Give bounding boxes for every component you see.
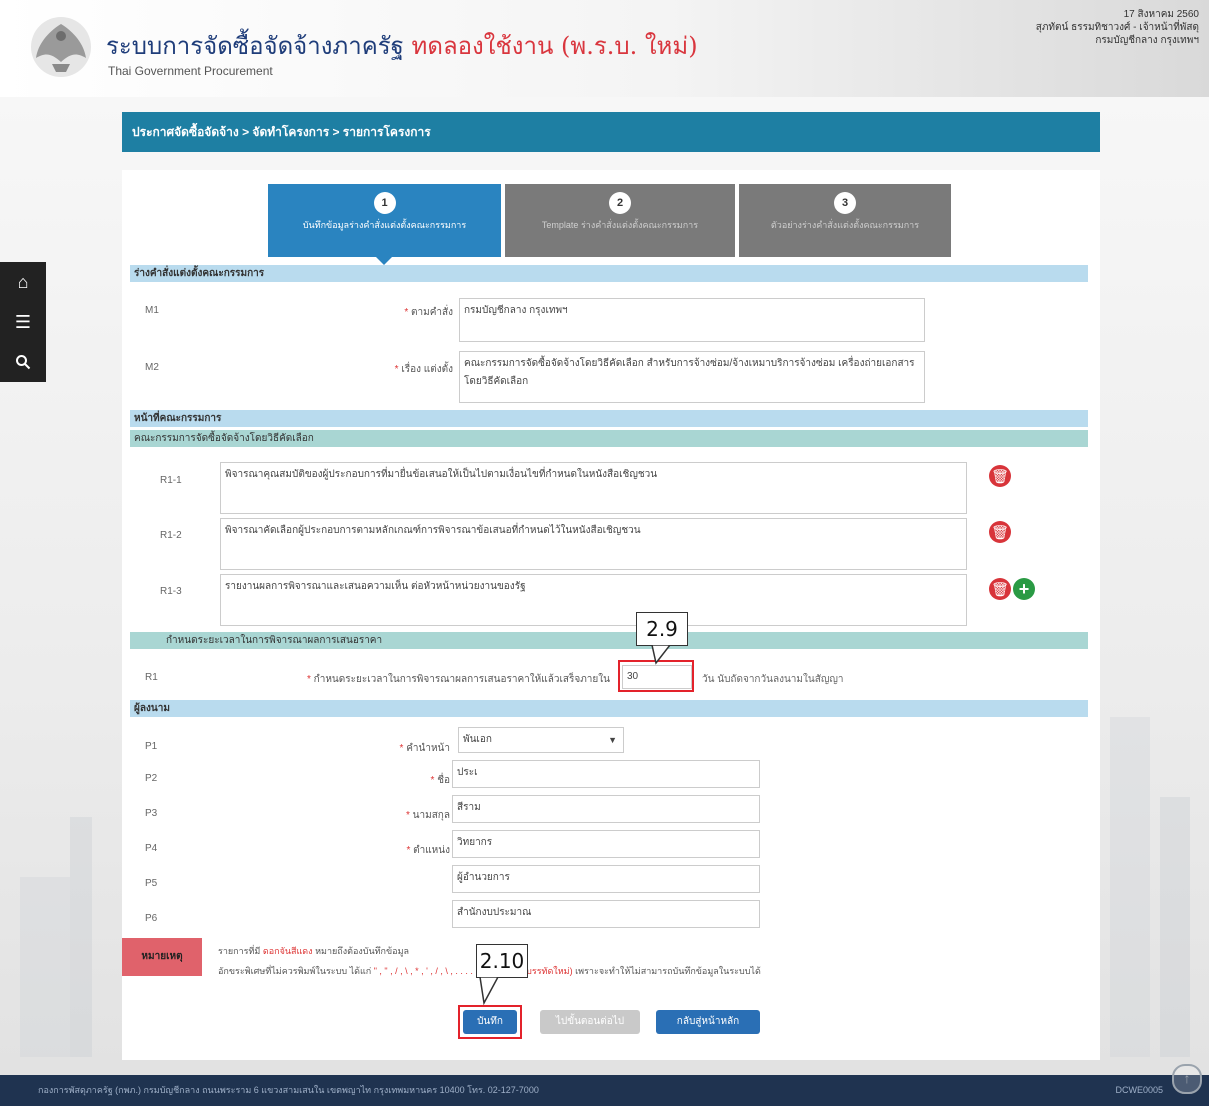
r1-2-delete-button[interactable]: 🗑: [989, 521, 1011, 543]
note-line-1: รายการที่มี ดอกจันสีแดง หมายถึงต้องบันทึ…: [218, 946, 410, 956]
section-period-header: กำหนดระยะเวลาในการพิจารณาผลการเสนอราคา: [130, 632, 1088, 649]
step-1-number: 1: [373, 192, 396, 214]
user-info: 17 สิงหาคม 2560 สุภทัตน์ ธรรมทิชาวงศ์ - …: [1036, 8, 1199, 47]
section-signer-header: ผู้ลงนาม: [130, 700, 1088, 717]
next-step-button[interactable]: ไปขั้นตอนต่อไป: [540, 1010, 640, 1034]
menu-icon: ☰: [14, 312, 32, 332]
p3-lastname-input[interactable]: สีราม: [452, 795, 760, 823]
header-user[interactable]: สุภทัตน์ ธรรมทิชาวงศ์ - เจ้าหน้าที่พัสดุ: [1036, 21, 1199, 34]
sidebar-menu-button[interactable]: ☰: [0, 302, 46, 342]
footer-address: กองการพัสดุภาครัฐ (กพภ.) กรมบัญชีกลาง ถน…: [38, 1085, 539, 1095]
p3-id: P3: [145, 808, 158, 819]
p6-id: P6: [145, 913, 158, 924]
step-3-label: ตัวอย่างร่างคำสั่งแต่งตั้งคณะกรรมการ: [770, 220, 920, 230]
section-duties-subheader: คณะกรรมการจัดซื้อจัดจ้างโดยวิธีคัดเลือก: [130, 430, 1088, 447]
p4-id: P4: [145, 843, 158, 854]
r1-1-delete-button[interactable]: 🗑: [989, 465, 1011, 487]
chevron-down-icon: ▼: [608, 735, 617, 745]
note-badge: หมายเหตุ: [122, 938, 202, 976]
m2-subject-textarea[interactable]: คณะกรรมการจัดซื้อจัดจ้างโดยวิธีคัดเลือก …: [459, 351, 925, 403]
footer-code: DCWE0005: [1115, 1085, 1163, 1095]
callout-2-9-pointer: [651, 645, 671, 665]
breadcrumb: ประกาศจัดซื้อจัดจ้าง > จัดทำโครงการ > รา…: [122, 112, 1100, 152]
arrow-up-icon: ↑: [1183, 1070, 1191, 1086]
search-icon: [16, 355, 31, 370]
p4-label: * ตำแหน่ง: [406, 845, 450, 856]
home-icon: ⌂: [17, 272, 29, 292]
p3-label: * นามสกุล: [405, 810, 450, 821]
r1-1-duty-textarea[interactable]: พิจารณาคุณสมบัติของผู้ประกอบการที่มายื่น…: [220, 462, 967, 514]
add-duty-button[interactable]: +: [1013, 578, 1035, 600]
m1-label: * ตามคำสั่ง: [404, 307, 453, 318]
p5-id: P5: [145, 878, 158, 889]
p2-id: P2: [145, 773, 158, 784]
p2-label: * ชื่อ: [430, 775, 450, 786]
sidebar-home-button[interactable]: ⌂: [0, 262, 46, 302]
r1-id: R1: [145, 672, 158, 683]
step-2-label: Template ร่างคำสั่งแต่งตั้งคณะกรรมการ: [541, 220, 699, 230]
m1-id: M1: [145, 305, 159, 316]
trash-icon: 🗑: [991, 468, 1009, 484]
p6-organization-input[interactable]: สำนักงบประมาณ: [452, 900, 760, 928]
r1-3-delete-button[interactable]: 🗑: [989, 578, 1011, 600]
footer-bar: กองการพัสดุภาครัฐ (กพภ.) กรมบัญชีกลาง ถน…: [0, 1075, 1209, 1106]
m2-label: * เรื่อง แต่งตั้ง: [394, 364, 453, 375]
section-order-header: ร่างคำสั่งแต่งตั้งคณะกรรมการ: [130, 265, 1088, 282]
step-3-tab[interactable]: 3 ตัวอย่างร่างคำสั่งแต่งตั้งคณะกรรมการ: [739, 184, 951, 257]
r1-3-duty-textarea[interactable]: รายงานผลการพิจารณาและเสนอความเห็น ต่อหัว…: [220, 574, 967, 626]
r1-period-label: * กำหนดระยะเวลาในการพิจารณาผลการเสนอราคา…: [307, 674, 610, 685]
p5-position-line-input[interactable]: ผู้อำนวยการ: [452, 865, 760, 893]
r1-2-duty-textarea[interactable]: พิจารณาคัดเลือกผู้ประกอบการตามหลักเกณฑ์ก…: [220, 518, 967, 570]
step-2-number: 2: [609, 192, 631, 214]
garuda-logo: [31, 17, 91, 77]
system-title: ระบบการจัดซื้อจัดจ้างภาครัฐ ทดลองใช้งาน …: [106, 32, 698, 60]
m1-order-textarea[interactable]: กรมบัญชีกลาง กรุงเทพฯ: [459, 298, 925, 342]
system-trial-label: ทดลองใช้งาน (พ.ร.บ. ใหม่): [411, 32, 698, 60]
p1-label: * คำนำหน้า: [399, 743, 450, 754]
callout-2-9-label: 2.9: [636, 612, 688, 646]
header-org: กรมบัญชีกลาง กรุงเทพฯ: [1095, 35, 1199, 46]
header-bar: ระบบการจัดซื้อจัดจ้างภาครัฐ ทดลองใช้งาน …: [0, 0, 1209, 98]
system-subtitle: Thai Government Procurement: [108, 64, 273, 78]
step-1-label: บันทึกข้อมูลร่างคำสั่งแต่งตั้งคณะกรรมการ: [302, 220, 467, 230]
step-3-number: 3: [834, 192, 856, 214]
section-duties-header: หน้าที่คณะกรรมการ: [130, 410, 1088, 427]
back-to-main-button[interactable]: กลับสู่หน้าหลัก: [656, 1010, 760, 1034]
header-date: 17 สิงหาคม 2560: [1123, 9, 1199, 20]
step-1-tab[interactable]: 1 บันทึกข้อมูลร่างคำสั่งแต่งตั้งคณะกรรมก…: [268, 184, 501, 257]
r1-2-id: R1-2: [160, 530, 182, 541]
callout-2-10-pointer: [479, 977, 499, 1005]
trash-icon: 🗑: [991, 581, 1009, 597]
trash-icon: 🗑: [991, 524, 1009, 540]
p4-position-input[interactable]: วิทยากร: [452, 830, 760, 858]
scroll-top-button[interactable]: ↑: [1172, 1064, 1202, 1094]
r1-1-id: R1-1: [160, 475, 182, 486]
r1-3-id: R1-3: [160, 586, 182, 597]
p1-title-select[interactable]: พันเอก ▼: [458, 727, 624, 753]
period-days-suffix: วัน นับถัดจากวันลงนามในสัญญา: [702, 674, 844, 685]
sidebar-search-button[interactable]: [0, 342, 46, 382]
callout-2-10-label: 2.10: [476, 944, 528, 978]
p2-firstname-input[interactable]: ประเ: [452, 760, 760, 788]
p1-id: P1: [145, 741, 158, 752]
step-2-tab[interactable]: 2 Template ร่างคำสั่งแต่งตั้งคณะกรรมการ: [505, 184, 735, 257]
callout-2-10-highlight: [458, 1005, 522, 1039]
m2-id: M2: [145, 362, 159, 373]
plus-icon: +: [1018, 579, 1030, 599]
active-step-pointer: [376, 257, 392, 265]
